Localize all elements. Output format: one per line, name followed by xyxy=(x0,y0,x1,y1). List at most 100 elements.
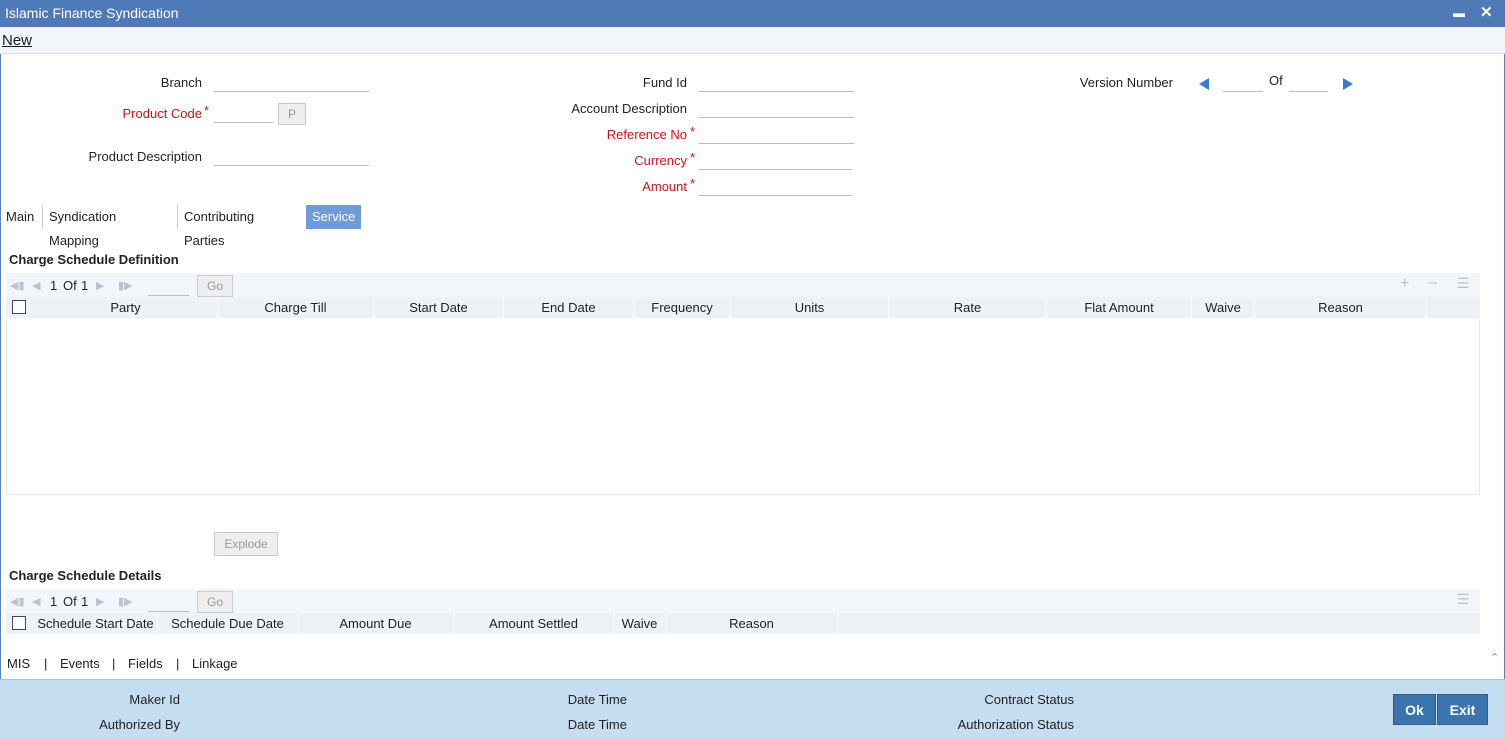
column-frequency: Frequency xyxy=(634,297,731,318)
single-view-icon[interactable]: ☰ xyxy=(1457,591,1470,608)
column-charge-till: Charge Till xyxy=(218,297,374,318)
checker-date-time-label: Date Time xyxy=(567,717,627,732)
column-schedule-start-date: Schedule Start Date xyxy=(34,613,158,634)
next-page-icon[interactable]: ▶ xyxy=(96,279,104,292)
tab-main[interactable]: Main xyxy=(0,205,40,229)
column-units: Units xyxy=(731,297,889,318)
maker-date-time-label: Date Time xyxy=(567,692,627,707)
version-number-field[interactable] xyxy=(1223,74,1263,92)
last-page-icon[interactable]: ▮▶ xyxy=(118,595,133,608)
column-rate: Rate xyxy=(889,297,1047,318)
product-code-required-marker: * xyxy=(204,103,210,118)
currency-required-marker: * xyxy=(690,150,696,165)
amount-field[interactable] xyxy=(699,178,852,196)
subnav-separator: | xyxy=(44,656,48,671)
last-page-icon[interactable]: ▮▶ xyxy=(118,279,133,292)
events-link[interactable]: Events xyxy=(60,656,100,671)
subnav-separator: | xyxy=(112,656,116,671)
definition-pager-bar: ◀▮ ◀ 1 Of 1 ▶ ▮▶ Go + – ☰ xyxy=(6,273,1480,299)
details-grid-header: Schedule Start Date Schedule Due Date Am… xyxy=(6,613,1480,634)
definition-grid-header: Party Charge Till Start Date End Date Fr… xyxy=(6,297,1480,318)
column-end-date: End Date xyxy=(504,297,634,318)
details-select-all-checkbox[interactable] xyxy=(12,616,26,630)
details-pager-bar: ◀▮ ◀ 1 Of 1 ▶ ▮▶ Go ☰ xyxy=(6,589,1480,615)
product-description-label: Product Description xyxy=(88,149,202,164)
details-page-input[interactable] xyxy=(148,592,189,612)
currency-field[interactable] xyxy=(699,152,852,170)
previous-page-icon[interactable]: ◀ xyxy=(32,595,40,608)
product-code-field[interactable] xyxy=(214,105,274,123)
tab-syndication-mapping[interactable]: Syndication Mapping xyxy=(42,205,122,248)
account-description-field[interactable] xyxy=(699,100,854,118)
definition-go-button[interactable]: Go xyxy=(197,275,233,297)
column-waive: Waive xyxy=(614,613,666,634)
authorized-by-label: Authorized By xyxy=(99,717,180,732)
first-page-icon[interactable]: ◀▮ xyxy=(10,279,25,292)
reference-no-required-marker: * xyxy=(690,124,696,139)
details-total-pages: 1 xyxy=(81,594,89,609)
product-description-field[interactable] xyxy=(214,148,369,166)
amount-required-marker: * xyxy=(690,176,696,191)
definition-select-all-checkbox[interactable] xyxy=(12,300,26,314)
next-page-icon[interactable]: ▶ xyxy=(96,595,104,608)
previous-page-icon[interactable]: ◀ xyxy=(32,279,40,292)
account-description-label: Account Description xyxy=(571,101,687,116)
minimize-icon[interactable]: ▬ xyxy=(1453,6,1465,20)
single-view-icon[interactable]: ☰ xyxy=(1457,275,1470,292)
window-title: Islamic Finance Syndication xyxy=(5,5,179,21)
column-schedule-due-date: Schedule Due Date xyxy=(158,613,298,634)
linkage-link[interactable]: Linkage xyxy=(192,656,238,671)
contract-status-label: Contract Status xyxy=(984,692,1074,707)
definition-total-pages: 1 xyxy=(81,278,89,293)
details-go-button[interactable]: Go xyxy=(197,591,233,613)
ok-button[interactable]: Ok xyxy=(1393,694,1436,725)
fields-link[interactable]: Fields xyxy=(128,656,163,671)
fund-id-label: Fund Id xyxy=(642,75,687,90)
reference-no-label: Reference No xyxy=(606,127,687,142)
product-code-label: Product Code xyxy=(122,106,203,121)
first-page-icon[interactable]: ◀▮ xyxy=(10,595,25,608)
column-waive: Waive xyxy=(1192,297,1255,318)
tab-service-charge[interactable]: Service Charge xyxy=(306,205,362,248)
window-titlebar: Islamic Finance Syndication ▬ ✕ xyxy=(0,0,1505,27)
version-total-field[interactable] xyxy=(1289,74,1328,92)
collapse-footer-icon[interactable]: ⌃ xyxy=(1490,651,1499,664)
authorization-status-label: Authorization Status xyxy=(957,717,1074,732)
column-reason: Reason xyxy=(1255,297,1427,318)
tab-contributing-parties[interactable]: Contributing Parties xyxy=(177,205,260,248)
definition-grid-body xyxy=(6,319,1480,495)
version-number-label: Version Number xyxy=(1079,75,1173,90)
version-of-label: Of xyxy=(1269,73,1283,88)
exit-button[interactable]: Exit xyxy=(1437,694,1488,725)
branch-field[interactable] xyxy=(214,74,369,92)
new-link[interactable]: New xyxy=(2,32,32,49)
column-amount-settled: Amount Settled xyxy=(454,613,614,634)
charge-schedule-definition-title: Charge Schedule Definition xyxy=(9,252,179,267)
details-current-page: 1 xyxy=(50,594,58,609)
add-row-icon[interactable]: + xyxy=(1400,275,1409,293)
currency-label: Currency xyxy=(634,153,687,168)
delete-row-icon[interactable]: – xyxy=(1428,274,1437,292)
charge-schedule-details-title: Charge Schedule Details xyxy=(9,568,162,583)
mis-link[interactable]: MIS xyxy=(7,656,30,671)
column-flat-amount: Flat Amount xyxy=(1047,297,1192,318)
fund-id-field[interactable] xyxy=(699,74,854,92)
close-icon[interactable]: ✕ xyxy=(1480,3,1493,21)
previous-version-icon[interactable] xyxy=(1199,78,1209,90)
definition-page-input[interactable] xyxy=(148,276,189,296)
column-party: Party xyxy=(34,297,218,318)
branch-label: Branch xyxy=(160,75,202,90)
definition-current-page: 1 xyxy=(50,278,58,293)
column-start-date: Start Date xyxy=(374,297,504,318)
menu-bar: New xyxy=(0,27,1505,54)
column-reason: Reason xyxy=(666,613,838,634)
column-amount-due: Amount Due xyxy=(298,613,454,634)
explode-button[interactable]: Explode xyxy=(214,532,278,556)
amount-label: Amount xyxy=(642,179,687,194)
definition-of-label: Of xyxy=(63,278,77,293)
product-code-lov-button[interactable]: P xyxy=(278,103,306,125)
subnav-separator: | xyxy=(176,656,180,671)
reference-no-field[interactable] xyxy=(699,126,854,144)
maker-id-label: Maker Id xyxy=(129,692,180,707)
next-version-icon[interactable] xyxy=(1343,78,1353,90)
